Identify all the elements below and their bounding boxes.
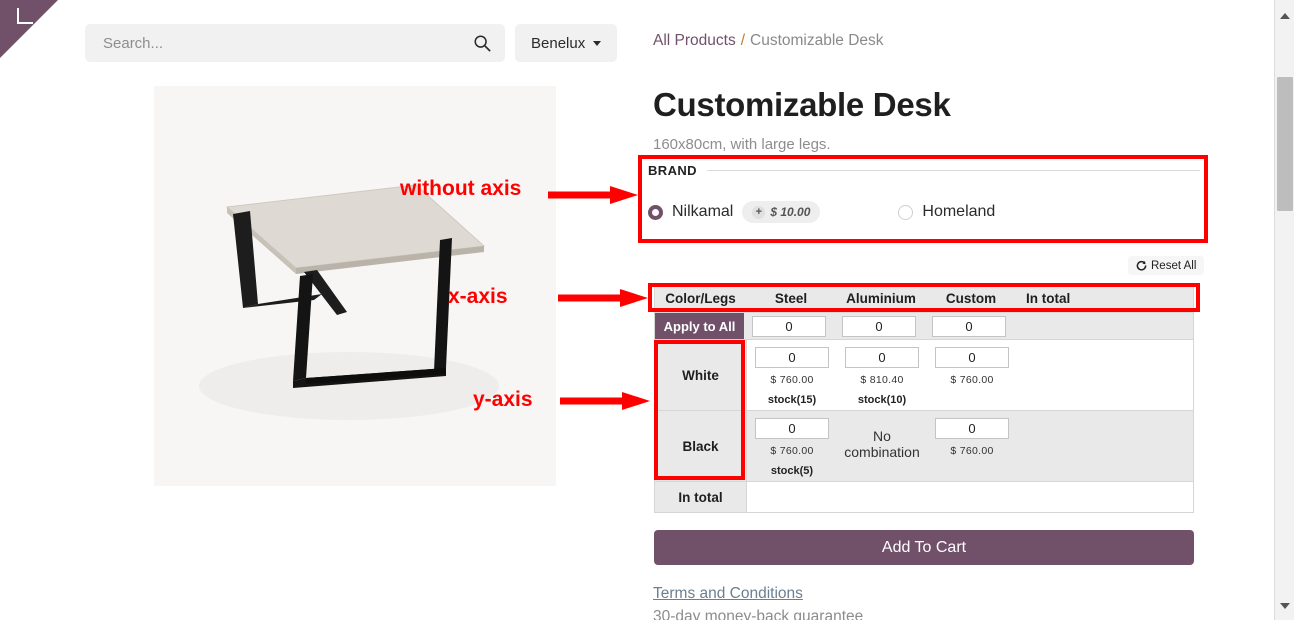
matrix-cell-black-total: [1017, 411, 1196, 481]
page-root: Benelux All Products/Customizable Desk: [0, 0, 1294, 620]
breadcrumb-current: Customizable Desk: [750, 32, 884, 49]
qty-white-aluminium[interactable]: [845, 347, 919, 368]
breadcrumb: All Products / Customizable Desk: [653, 32, 884, 50]
search-input[interactable]: [85, 24, 467, 62]
vertical-scrollbar[interactable]: [1274, 0, 1294, 620]
stock-black-steel: stock(5): [770, 465, 814, 477]
annotation-label-y-axis: y-axis: [473, 388, 533, 411]
matrix-cell-white-custom: $ 760.00: [927, 340, 1017, 410]
add-to-cart-button[interactable]: Add To Cart: [654, 530, 1194, 565]
plus-icon: +: [752, 205, 766, 219]
matrix-total-grand: [1017, 482, 1196, 512]
brand-section-label: BRAND: [648, 163, 697, 178]
matrix-cell-white-aluminium: $ 810.40 stock(10): [837, 340, 927, 410]
matrix-total-row: In total: [655, 481, 1193, 512]
matrix-header-in-total: In total: [1026, 290, 1071, 306]
brand-section: BRAND Nilkamal + $ 10.00 Homeland: [648, 163, 1200, 235]
search-box[interactable]: [85, 24, 505, 62]
stock-white-steel: stock(15): [767, 394, 817, 406]
matrix-total-custom: [927, 482, 1017, 512]
chevron-down-icon: [593, 40, 602, 46]
matrix-cell-white-steel: $ 760.00 stock(15): [747, 340, 837, 410]
matrix-header-row: Color/Legs Steel Aluminium Custom In tot…: [655, 284, 1193, 312]
triangle-down-icon: [1279, 603, 1290, 609]
radio-nilkamal[interactable]: [648, 204, 663, 220]
apply-cell-total: [1014, 313, 1193, 339]
price-white-aluminium: $ 810.40: [860, 374, 904, 386]
apply-cell-custom: [924, 313, 1014, 339]
matrix-row-label-black: Black: [655, 411, 747, 481]
qty-white-steel[interactable]: [755, 347, 829, 368]
apply-qty-custom[interactable]: [932, 315, 1006, 337]
price-black-custom: $ 760.00: [950, 445, 994, 457]
breadcrumb-separator: /: [740, 32, 746, 49]
brand-option-nilkamal[interactable]: Nilkamal + $ 10.00: [648, 201, 821, 223]
apply-cell-aluminium: [834, 313, 924, 339]
apply-qty-steel[interactable]: [752, 315, 826, 337]
annotation-label-without-axis: without axis: [400, 177, 522, 200]
product-subtitle: 160x80cm, with large legs.: [653, 136, 831, 153]
matrix-total-aluminium: [837, 482, 927, 512]
brand-option-homeland[interactable]: Homeland: [898, 203, 995, 221]
matrix-cell-white-total: [1017, 340, 1196, 410]
scrollbar-thumb[interactable]: [1277, 77, 1293, 211]
price-black-steel: $ 760.00: [770, 445, 814, 457]
apply-to-all-button[interactable]: Apply to All: [655, 313, 744, 339]
corner-bracket-icon: [17, 8, 33, 24]
reset-all-button[interactable]: Reset All: [1128, 256, 1205, 275]
top-bar: Benelux All Products/Customizable Desk: [0, 0, 1275, 80]
table-row: Black $ 760.00 stock(5) No combination $…: [655, 410, 1193, 481]
qty-black-steel[interactable]: [755, 418, 829, 439]
matrix-total-steel: [747, 482, 837, 512]
search-icon[interactable]: [473, 34, 491, 52]
refresh-icon: [1136, 260, 1147, 271]
page-title: Customizable Desk: [653, 86, 951, 123]
matrix-header-custom: Custom: [945, 290, 997, 306]
matrix-apply-row: Apply to All: [655, 312, 1193, 339]
price-white-steel: $ 760.00: [770, 374, 814, 386]
stock-white-aluminium: stock(10): [857, 394, 907, 406]
matrix-cell-black-custom: $ 760.00: [927, 411, 1017, 481]
brand-price-badge: + $ 10.00: [742, 201, 821, 223]
no-combination-text: No combination: [844, 428, 920, 461]
table-row: White $ 760.00 stock(15) $ 810.40 stock(…: [655, 339, 1193, 410]
terms-and-conditions-link[interactable]: Terms and Conditions: [653, 585, 803, 603]
matrix-header-color-legs: Color/Legs: [665, 290, 736, 306]
brand-option-label: Nilkamal: [672, 203, 734, 220]
radio-homeland[interactable]: [898, 204, 914, 220]
matrix-row-label-white: White: [655, 340, 747, 410]
reset-all-label: Reset All: [1151, 259, 1197, 272]
annotation-arrow-x-axis: [558, 289, 648, 307]
apply-cell-steel: [744, 313, 834, 339]
brand-option-label: Homeland: [922, 203, 996, 220]
price-white-custom: $ 760.00: [950, 374, 994, 386]
region-selector-button[interactable]: Benelux: [515, 24, 618, 62]
money-back-guarantee-text: 30-day money-back guarantee: [653, 608, 864, 620]
scroll-up-button[interactable]: [1275, 8, 1294, 24]
matrix-cell-black-aluminium: No combination: [837, 411, 927, 481]
brand-price-value: $ 10.00: [770, 205, 811, 219]
brand-section-header: BRAND: [648, 163, 1200, 178]
breadcrumb-all-products[interactable]: All Products: [653, 32, 736, 49]
brand-options: Nilkamal + $ 10.00 Homeland: [648, 201, 995, 223]
annotation-arrow-y-axis: [560, 392, 650, 410]
matrix-total-label: In total: [655, 482, 747, 512]
annotation-arrow-without-axis: [548, 186, 638, 204]
region-selector-label: Benelux: [531, 34, 586, 52]
qty-black-custom[interactable]: [935, 418, 1009, 439]
section-divider: [706, 170, 1200, 171]
variant-matrix-table: Color/Legs Steel Aluminium Custom In tot…: [654, 284, 1194, 513]
matrix-header-aluminium: Aluminium: [846, 290, 916, 306]
triangle-up-icon: [1279, 13, 1290, 19]
scroll-down-button[interactable]: [1275, 598, 1294, 614]
qty-white-custom[interactable]: [935, 347, 1009, 368]
annotation-label-x-axis: x-axis: [448, 285, 508, 308]
apply-qty-aluminium[interactable]: [842, 315, 916, 337]
matrix-header-steel: Steel: [774, 290, 808, 306]
matrix-cell-black-steel: $ 760.00 stock(5): [747, 411, 837, 481]
